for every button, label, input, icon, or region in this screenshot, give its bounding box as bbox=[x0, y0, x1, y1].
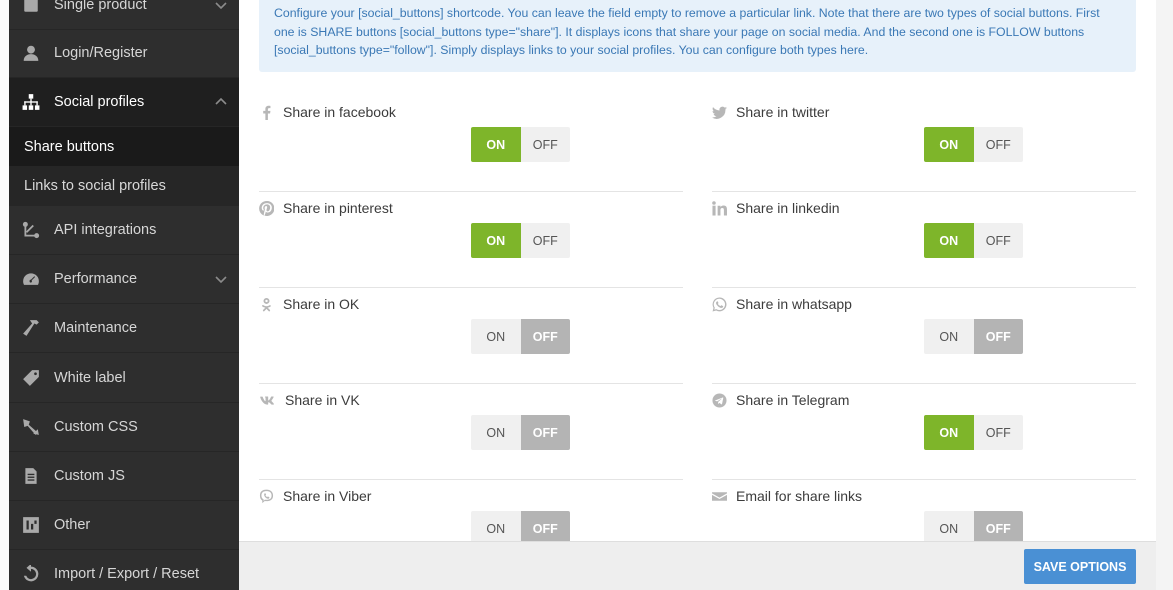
toggle-on[interactable]: ON bbox=[924, 127, 974, 162]
toggle-off[interactable]: OFF bbox=[973, 127, 1023, 162]
chevron-down-icon bbox=[215, 273, 227, 285]
sidebar: Single product Login/Register Social pro… bbox=[9, 0, 239, 590]
viber-icon bbox=[259, 489, 275, 505]
option-label: Share in whatsapp bbox=[736, 296, 852, 312]
option-share-whatsapp: Share in whatsapp ON OFF bbox=[712, 288, 1136, 384]
twitter-icon bbox=[712, 105, 728, 121]
option-share-facebook: Share in facebook ON OFF bbox=[259, 96, 683, 192]
toggle-on[interactable]: ON bbox=[924, 415, 974, 450]
telegram-toggle[interactable]: ON OFF bbox=[924, 415, 1023, 450]
option-share-linkedin: Share in linkedin ON OFF bbox=[712, 192, 1136, 288]
dashboard-icon bbox=[21, 269, 41, 289]
toggle-off[interactable]: OFF bbox=[520, 319, 570, 354]
product-icon bbox=[21, 0, 41, 15]
toggle-on[interactable]: ON bbox=[924, 319, 974, 354]
sidebar-item-custom-js[interactable]: Custom JS bbox=[9, 452, 239, 501]
toggle-off[interactable]: OFF bbox=[520, 223, 570, 258]
option-share-ok: Share in OK ON OFF bbox=[259, 288, 683, 384]
option-share-vk: Share in VK ON OFF bbox=[259, 384, 683, 480]
toggle-off[interactable]: OFF bbox=[973, 319, 1023, 354]
sitemap-icon bbox=[21, 92, 41, 112]
chevron-up-icon bbox=[215, 96, 227, 108]
option-label: Share in OK bbox=[283, 296, 360, 312]
sidebar-item-label: Maintenance bbox=[54, 320, 138, 336]
sidebar-item-label: API integrations bbox=[54, 222, 157, 238]
toggle-on[interactable]: ON bbox=[471, 127, 521, 162]
telegram-icon bbox=[712, 393, 728, 409]
option-label: Share in twitter bbox=[736, 104, 830, 120]
toggle-off[interactable]: OFF bbox=[973, 223, 1023, 258]
option-label: Share in pinterest bbox=[283, 200, 393, 216]
option-label: Share in Telegram bbox=[736, 392, 850, 408]
hammer-icon bbox=[21, 318, 41, 338]
page-scroll-area bbox=[1156, 0, 1173, 590]
option-label: Share in Viber bbox=[283, 488, 372, 504]
tag-icon bbox=[21, 368, 41, 388]
pinterest-icon bbox=[259, 200, 275, 217]
sidebar-item-label: Custom JS bbox=[54, 468, 125, 484]
option-label: Email for share links bbox=[736, 488, 863, 504]
odnoklassniki-icon bbox=[259, 297, 275, 313]
toggle-on[interactable]: ON bbox=[924, 223, 974, 258]
ok-toggle[interactable]: ON OFF bbox=[471, 319, 570, 354]
vk-toggle[interactable]: ON OFF bbox=[471, 415, 570, 450]
submenu-item-label: Links to social profiles bbox=[24, 178, 166, 194]
other-icon bbox=[21, 515, 41, 535]
sidebar-item-label: Single product bbox=[54, 0, 147, 13]
info-notice: Configure your [social_buttons] shortcod… bbox=[259, 0, 1136, 72]
options-footer: SAVE OPTIONS bbox=[239, 541, 1156, 590]
twitter-toggle[interactable]: ON OFF bbox=[924, 127, 1023, 162]
sidebar-item-label: Login/Register bbox=[54, 45, 148, 61]
option-label: Share in linkedin bbox=[736, 200, 840, 216]
option-share-telegram: Share in Telegram ON OFF bbox=[712, 384, 1136, 480]
sidebar-item-maintenance[interactable]: Maintenance bbox=[9, 304, 239, 353]
facebook-icon bbox=[259, 105, 275, 121]
toggle-off[interactable]: OFF bbox=[520, 415, 570, 450]
reset-icon bbox=[21, 564, 41, 584]
sidebar-item-label: Custom CSS bbox=[54, 419, 138, 435]
option-label: Share in facebook bbox=[283, 104, 396, 120]
user-icon bbox=[21, 43, 41, 63]
chevron-down-icon bbox=[215, 0, 227, 11]
sidebar-item-custom-css[interactable]: Custom CSS bbox=[9, 403, 239, 452]
sidebar-item-other[interactable]: Other bbox=[9, 501, 239, 550]
facebook-toggle[interactable]: ON OFF bbox=[471, 127, 570, 162]
linkedin-toggle[interactable]: ON OFF bbox=[924, 223, 1023, 258]
sidebar-item-social-profiles[interactable]: Social profiles bbox=[9, 78, 239, 127]
option-share-pinterest: Share in pinterest ON OFF bbox=[259, 192, 683, 288]
sidebar-item-label: Import / Export / Reset bbox=[54, 566, 200, 582]
left-edge-strip bbox=[0, 0, 9, 590]
option-label: Share in VK bbox=[285, 392, 360, 408]
sidebar-item-api-integrations[interactable]: API integrations bbox=[9, 206, 239, 255]
file-icon bbox=[21, 466, 41, 486]
sidebar-item-label: White label bbox=[54, 370, 126, 386]
sidebar-item-label: Performance bbox=[54, 271, 138, 287]
sidebar-item-single-product[interactable]: Single product bbox=[9, 0, 239, 30]
vk-icon bbox=[259, 393, 275, 409]
main-panel: Configure your [social_buttons] shortcod… bbox=[239, 0, 1156, 546]
toggle-off[interactable]: OFF bbox=[973, 415, 1023, 450]
brush-icon bbox=[21, 417, 41, 437]
option-share-twitter: Share in twitter ON OFF bbox=[712, 96, 1136, 192]
sidebar-item-import-export-reset[interactable]: Import / Export / Reset bbox=[9, 550, 239, 590]
whatsapp-icon bbox=[712, 297, 728, 313]
sidebar-item-white-label[interactable]: White label bbox=[9, 354, 239, 403]
toggle-on[interactable]: ON bbox=[471, 415, 521, 450]
sidebar-item-performance[interactable]: Performance bbox=[9, 255, 239, 304]
api-icon bbox=[21, 220, 41, 240]
sidebar-item-label: Social profiles bbox=[54, 94, 145, 110]
submenu-item-links-to-social-profiles[interactable]: Links to social profiles bbox=[9, 166, 239, 206]
toggle-on[interactable]: ON bbox=[471, 223, 521, 258]
pinterest-toggle[interactable]: ON OFF bbox=[471, 223, 570, 258]
envelope-icon bbox=[712, 489, 728, 505]
linkedin-icon bbox=[712, 201, 728, 217]
sidebar-item-login-register[interactable]: Login/Register bbox=[9, 29, 239, 78]
submenu-item-share-buttons[interactable]: Share buttons bbox=[9, 127, 239, 166]
submenu-item-label: Share buttons bbox=[24, 138, 115, 155]
toggle-off[interactable]: OFF bbox=[520, 127, 570, 162]
whatsapp-toggle[interactable]: ON OFF bbox=[924, 319, 1023, 354]
toggle-on[interactable]: ON bbox=[471, 319, 521, 354]
sidebar-item-label: Other bbox=[54, 517, 91, 533]
save-options-button[interactable]: SAVE OPTIONS bbox=[1024, 549, 1136, 584]
